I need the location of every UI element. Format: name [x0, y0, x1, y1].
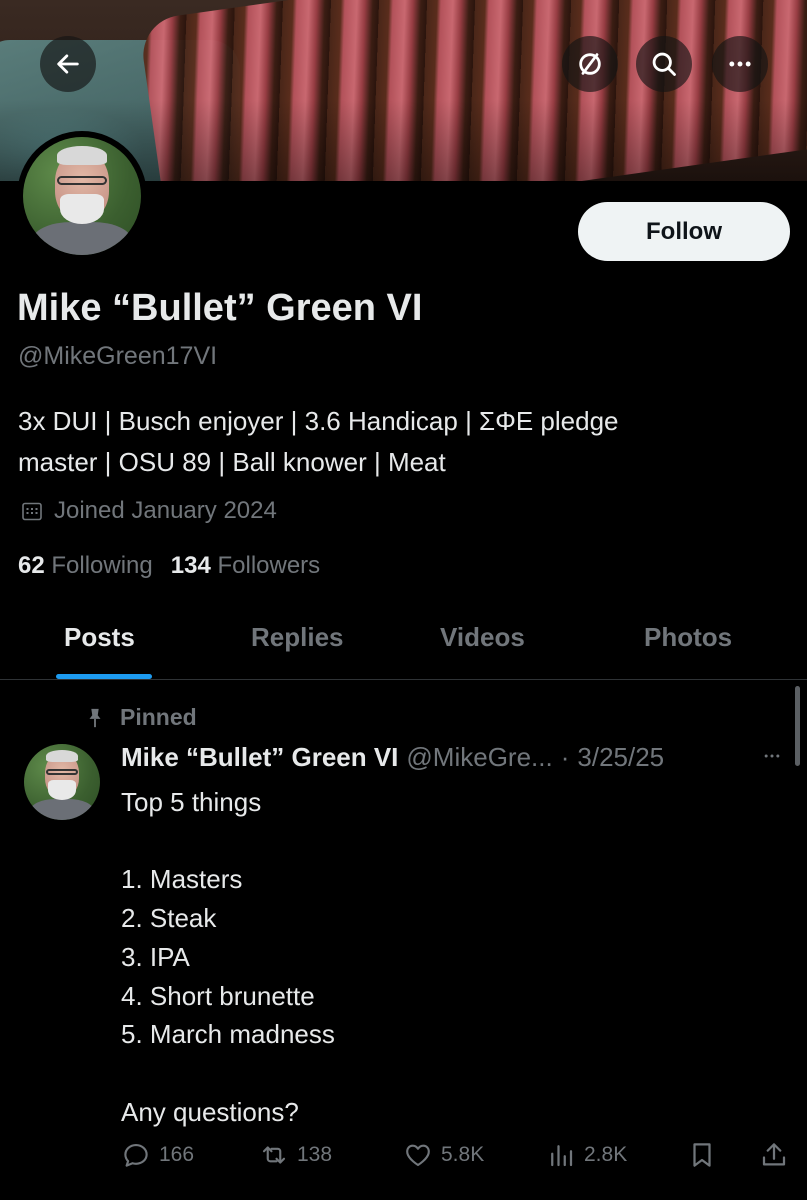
back-arrow-icon	[57, 54, 79, 74]
tab-posts[interactable]: Posts	[64, 622, 135, 653]
tab-replies[interactable]: Replies	[251, 622, 344, 653]
share-icon	[762, 1143, 786, 1166]
followers-count: 134	[170, 552, 211, 579]
profile-bio: 3x DUI | Busch enjoyer | 3.6 Handicap | …	[18, 401, 778, 483]
repost-count: 138	[297, 1143, 333, 1166]
tweet-line: Any questions?	[121, 1096, 299, 1127]
bio-line: 3x DUI | Busch enjoyer | 3.6 Handicap | …	[18, 406, 619, 436]
joined-text: Joined January 2024	[54, 497, 277, 524]
following-label: Following	[51, 552, 153, 579]
following-count: 62	[18, 552, 45, 579]
views-count: 2.8K	[584, 1143, 628, 1166]
tweet-separator: ·	[560, 742, 570, 772]
heart-icon	[406, 1144, 430, 1167]
tweet-line: 5. March madness	[121, 1019, 335, 1050]
views-chart-icon	[551, 1145, 573, 1167]
reply-button[interactable]: 166	[121, 1140, 194, 1170]
bookmark-button[interactable]	[687, 1140, 717, 1170]
reply-icon	[124, 1143, 148, 1167]
tweet-author-handle[interactable]: @MikeGre...	[406, 742, 552, 773]
views-button[interactable]: 2.8K	[546, 1140, 627, 1170]
bio-line: master | OSU 89 | Ball knower | Meat	[18, 447, 446, 477]
tweet-line: 1. Masters	[121, 864, 243, 895]
profile-avatar[interactable]	[17, 131, 147, 261]
tweet-more-button[interactable]	[758, 746, 786, 766]
tab-videos[interactable]: Videos	[440, 622, 525, 653]
tweet-line	[121, 1054, 781, 1093]
more-horizontal-icon	[764, 754, 780, 758]
bookmark-icon	[693, 1143, 711, 1167]
reply-count: 166	[159, 1143, 195, 1166]
tweet-line	[121, 822, 781, 861]
cancel-circle-icon	[579, 53, 601, 75]
pin-icon	[89, 708, 101, 727]
calendar-icon	[22, 502, 42, 521]
tweet-line: 4. Short brunette	[121, 980, 315, 1011]
followers-label: Followers	[217, 552, 321, 579]
pinned-label: Pinned	[120, 704, 197, 730]
like-count: 5.8K	[441, 1143, 485, 1166]
profile-handle: @MikeGreen17VI	[18, 342, 218, 370]
following-link[interactable]: 62 Following	[18, 552, 153, 580]
pinned-indicator: Pinned	[84, 704, 197, 731]
tweet-date[interactable]: 3/25/25	[577, 742, 664, 773]
tweet-avatar[interactable]	[24, 744, 100, 820]
tab-photos[interactable]: Photos	[644, 622, 732, 653]
cancel-circle-button[interactable]	[562, 36, 618, 92]
repost-button[interactable]: 138	[259, 1140, 332, 1170]
tweet-line: 3. IPA	[121, 941, 190, 972]
followers-link[interactable]: 134 Followers	[171, 552, 320, 580]
tweet-author-name[interactable]: Mike “Bullet” Green VI	[121, 742, 398, 773]
search-icon	[652, 52, 676, 76]
tweet-actions: 166 138 5.8K 2.8K	[121, 1140, 791, 1180]
like-button[interactable]: 5.8K	[403, 1140, 484, 1170]
search-button[interactable]	[636, 36, 692, 92]
profile-stats: 62 Following 134 Followers	[18, 552, 320, 580]
scrollbar[interactable]	[795, 686, 800, 766]
more-horizontal-icon	[729, 61, 751, 67]
follow-button[interactable]: Follow	[578, 202, 790, 261]
back-button[interactable]	[40, 36, 96, 92]
active-tab-indicator	[56, 674, 152, 679]
profile-tabs: Posts Replies Videos Photos	[0, 600, 807, 680]
more-options-button[interactable]	[712, 36, 768, 92]
joined-date: Joined January 2024	[20, 497, 277, 525]
tweet-line: Top 5 things	[121, 787, 262, 817]
tweet-body: Top 5 things 1. Masters 2. Steak 3. IPA …	[121, 783, 781, 1131]
tweet-header: Mike “Bullet” Green VI @MikeGre... · 3/2…	[121, 742, 664, 773]
tweet-line: 2. Steak	[121, 903, 217, 934]
share-button[interactable]	[759, 1140, 789, 1170]
repost-icon	[262, 1146, 286, 1164]
profile-display-name: Mike “Bullet” Green VI	[17, 287, 423, 329]
